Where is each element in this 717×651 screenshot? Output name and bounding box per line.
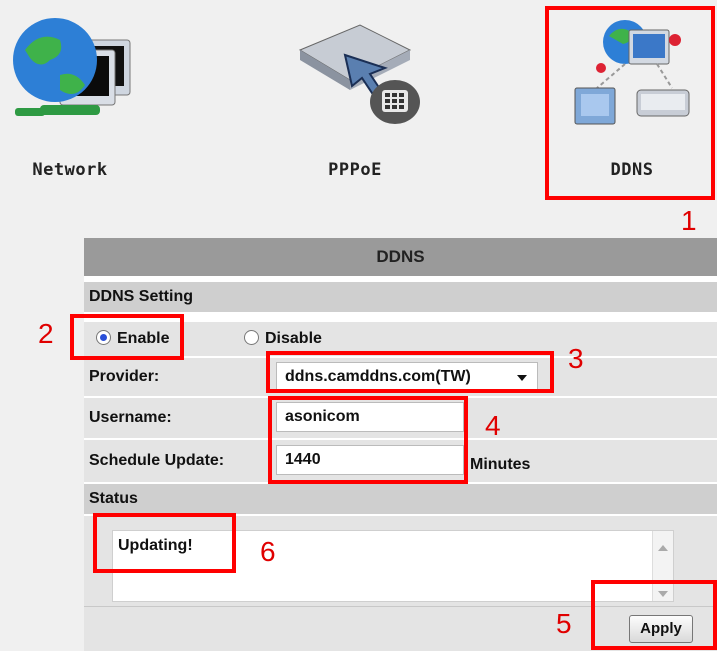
schedule-unit: Minutes <box>470 456 531 473</box>
nav-pppoe-label: PPPoE <box>328 160 382 180</box>
radio-unselected-icon <box>244 330 259 345</box>
callout-box-4 <box>268 396 468 484</box>
pppoe-modem-phone-icon <box>298 24 420 124</box>
callout-number-3: 3 <box>568 343 584 374</box>
status-header: Status <box>84 484 717 514</box>
provider-label: Provider: <box>89 368 160 385</box>
callout-box-2 <box>70 314 184 360</box>
nav-network-label: Network <box>32 160 108 180</box>
username-label: Username: <box>89 409 172 426</box>
callout-box-3 <box>266 351 554 393</box>
panel-title: DDNS <box>84 238 717 276</box>
callout-number-4: 4 <box>485 410 501 441</box>
callout-box-1 <box>545 6 715 200</box>
callout-box-6 <box>93 513 236 573</box>
network-globe-computers-icon <box>13 18 131 116</box>
callout-number-5: 5 <box>556 608 572 639</box>
disable-label: Disable <box>265 330 322 347</box>
ddns-setting-header: DDNS Setting <box>84 282 717 312</box>
callout-number-2: 2 <box>38 318 54 349</box>
schedule-label: Schedule Update: <box>89 452 225 469</box>
callout-number-6: 6 <box>260 536 276 567</box>
disable-radio[interactable]: Disable <box>244 330 322 348</box>
nav-network[interactable]: Network <box>0 0 160 200</box>
scroll-up-icon[interactable] <box>658 545 668 551</box>
callout-box-5 <box>591 580 717 650</box>
nav-pppoe[interactable]: PPPoE <box>265 0 445 200</box>
callout-number-1: 1 <box>681 205 697 236</box>
